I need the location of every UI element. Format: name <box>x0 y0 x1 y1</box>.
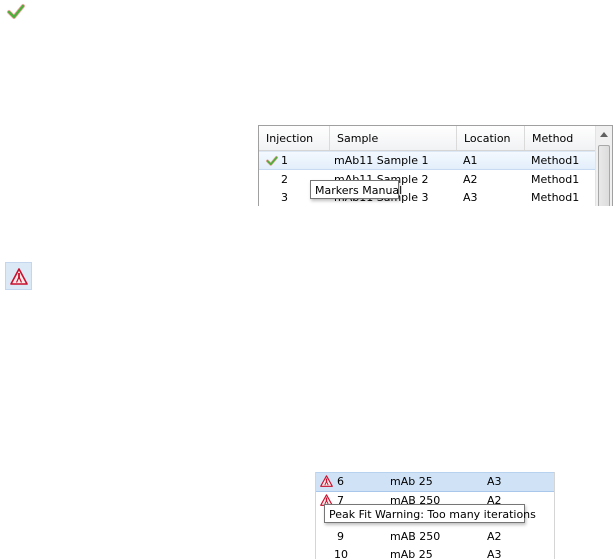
cell-injection: 2 <box>281 173 288 186</box>
scrollbar-thumb[interactable] <box>598 145 610 206</box>
column-header-location[interactable]: Location <box>457 126 525 150</box>
tooltip: Peak Fit Warning: Too many iterations <box>324 504 536 523</box>
scroll-up-arrow-icon[interactable] <box>600 132 608 137</box>
cell-location: A2 <box>463 173 478 186</box>
cell-sample: mAB 250 <box>390 530 441 543</box>
cell-sample: mAb 25 <box>390 475 433 488</box>
grid-header: Injection Sample Location Method <box>259 126 599 151</box>
cell-method: Method1 <box>531 173 580 186</box>
column-header-method[interactable]: Method <box>525 126 599 150</box>
cell-sample: mAb11 Sample 1 <box>334 154 429 167</box>
column-header-sample[interactable]: Sample <box>330 126 457 150</box>
tooltip: Markers Manual <box>310 180 402 199</box>
table-row[interactable]: 1 mAb11 Sample 1 A1 Method1 <box>259 151 599 170</box>
cell-injection: 10 <box>334 548 348 559</box>
cell-location: A1 <box>463 154 478 167</box>
table-row[interactable]: 10 mAb 25 A3 <box>316 546 554 559</box>
column-header-injection[interactable]: Injection <box>259 126 330 150</box>
warning-triangle-icon <box>320 475 333 493</box>
cell-injection: 3 <box>281 191 288 204</box>
warning-triangle-icon <box>5 262 32 290</box>
vertical-scrollbar[interactable] <box>595 126 612 206</box>
cell-method: Method1 <box>531 191 580 204</box>
cell-location: A3 <box>463 191 478 204</box>
check-icon <box>6 2 26 22</box>
cell-method: Method1 <box>531 154 580 167</box>
cell-injection: 9 <box>337 530 344 543</box>
cell-location: A3 <box>487 548 502 559</box>
cell-location: A2 <box>487 530 502 543</box>
cell-injection: 6 <box>337 475 344 488</box>
table-row[interactable]: 6 mAb 25 A3 <box>316 472 554 493</box>
table-row[interactable]: 9 mAB 250 A2 <box>316 528 554 546</box>
cell-location: A3 <box>487 475 502 488</box>
cell-sample: mAb 25 <box>390 548 433 559</box>
cell-injection: 1 <box>281 154 288 167</box>
